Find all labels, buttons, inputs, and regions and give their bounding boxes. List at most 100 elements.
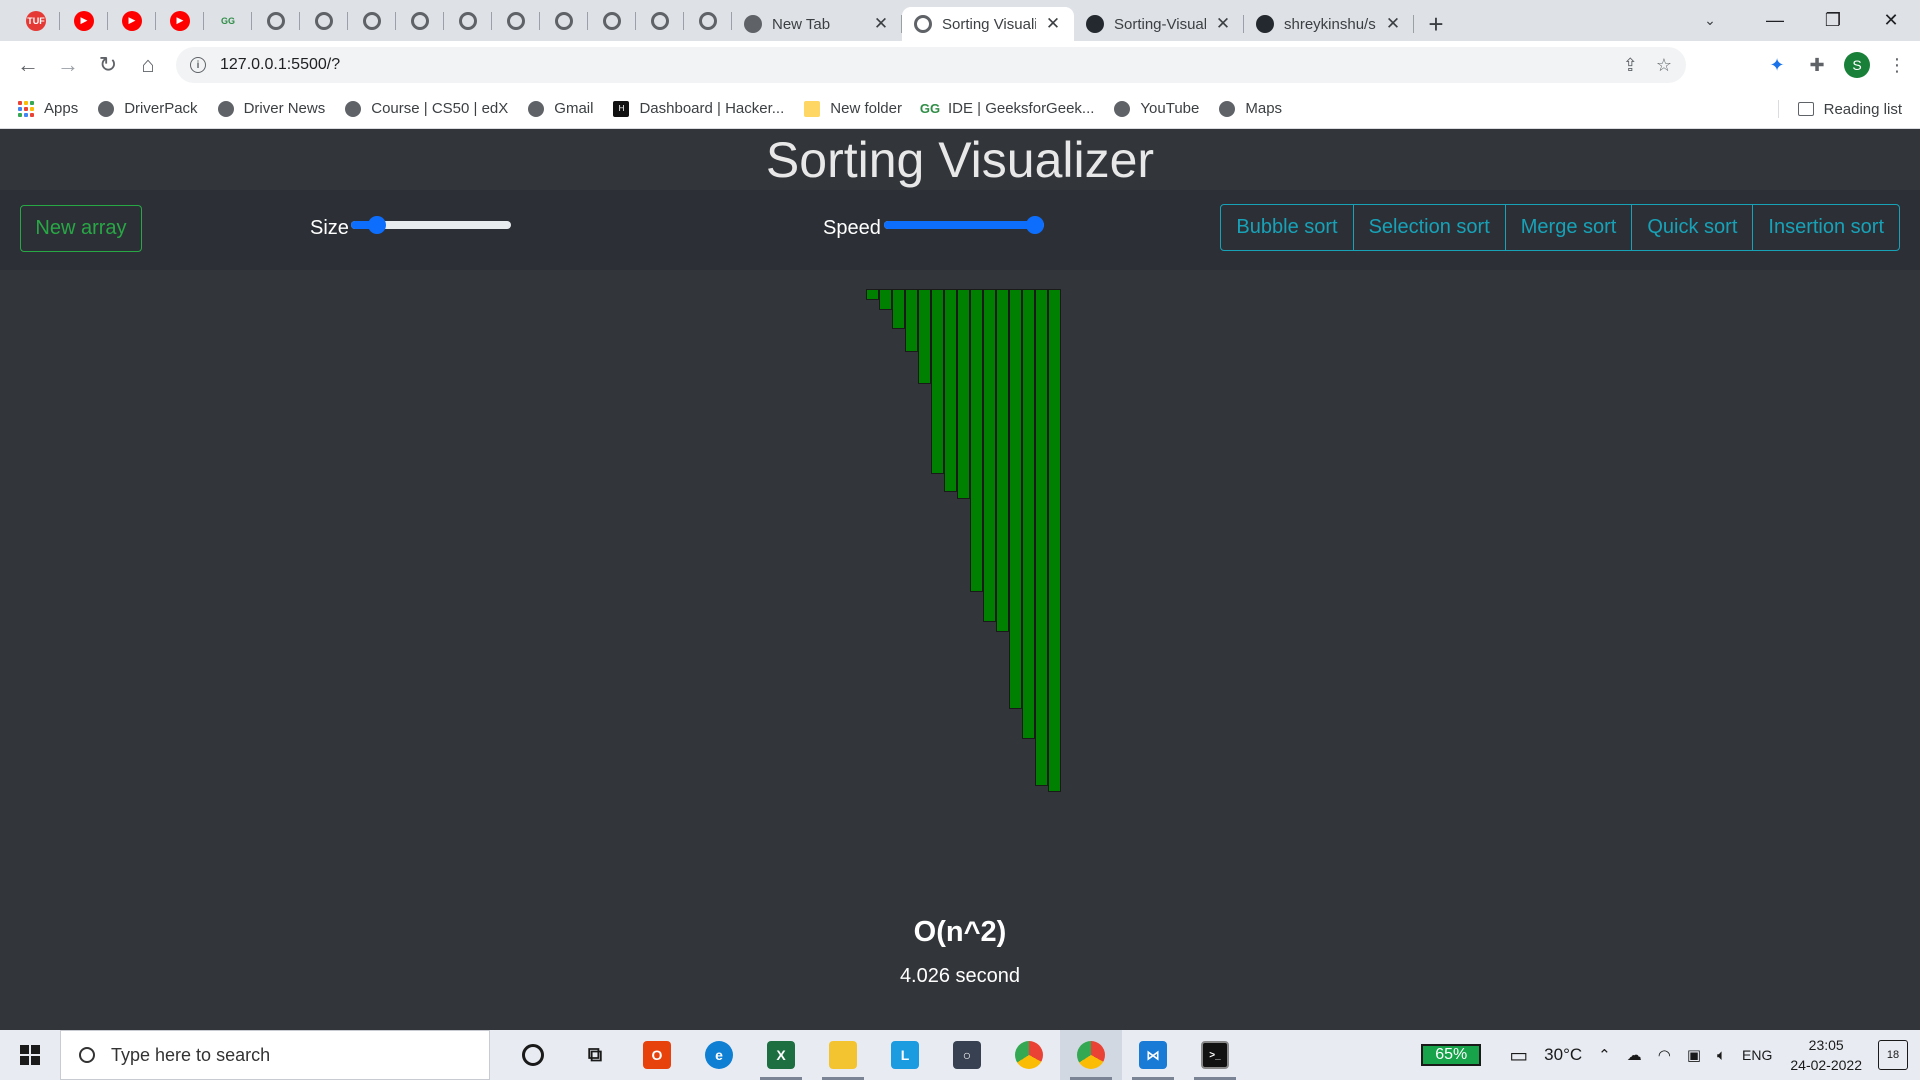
- bubble-sort-button[interactable]: Bubble sort: [1220, 204, 1354, 251]
- reload-icon[interactable]: ↻: [88, 45, 128, 85]
- tab-shreykinshu-sorting[interactable]: shreykinshu/sorting ✕: [1244, 7, 1414, 41]
- pinned-tabs: TUF ▶ ▶ ▶ GG: [0, 0, 732, 41]
- restore-icon[interactable]: ❐: [1804, 0, 1862, 41]
- speed-slider-fill: [884, 221, 1035, 229]
- pinned-tab[interactable]: ▶: [108, 0, 156, 41]
- bookmark-youtube[interactable]: YouTube: [1114, 100, 1199, 117]
- pinned-tab[interactable]: [684, 0, 732, 41]
- close-window-icon[interactable]: ✕: [1862, 0, 1920, 41]
- window-controls: — ❐ ✕: [1746, 0, 1920, 41]
- tab-search-icon[interactable]: ⌄: [1690, 0, 1730, 41]
- new-tab-button[interactable]: +: [1414, 7, 1458, 41]
- site-info-icon[interactable]: i: [190, 57, 206, 73]
- bookmark-star-icon[interactable]: ☆: [1656, 55, 1672, 76]
- terminal-icon[interactable]: >_: [1184, 1030, 1246, 1080]
- forward-icon[interactable]: →: [48, 45, 88, 85]
- globe-icon: [1219, 100, 1236, 117]
- chrome-profile-icon[interactable]: [1060, 1030, 1122, 1080]
- address-bar[interactable]: i 127.0.0.1:5500/? ⇪ ☆: [176, 47, 1686, 83]
- size-slider-thumb[interactable]: [368, 216, 386, 234]
- close-tab-icon[interactable]: ✕: [872, 14, 890, 34]
- close-tab-icon[interactable]: ✕: [1214, 14, 1232, 34]
- close-tab-icon[interactable]: ✕: [1384, 14, 1402, 34]
- bookmark-gmail[interactable]: Gmail: [528, 100, 593, 117]
- profile-avatar[interactable]: S: [1844, 52, 1870, 78]
- pinned-tab[interactable]: [636, 0, 684, 41]
- weather-icon[interactable]: ▭: [1509, 1043, 1528, 1068]
- array-bar: [1022, 289, 1035, 739]
- tab-sorting-visualizatio[interactable]: Sorting-Visualizatio ✕: [1074, 7, 1244, 41]
- bookmark-driver-news[interactable]: Driver News: [217, 100, 325, 117]
- pinned-tab[interactable]: [300, 0, 348, 41]
- quick-sort-button[interactable]: Quick sort: [1631, 204, 1754, 251]
- pinned-tab[interactable]: [348, 0, 396, 41]
- toolbar-right: ✦ ✚ S ⋮: [1764, 45, 1910, 85]
- pinned-tab[interactable]: ▶: [60, 0, 108, 41]
- extensions-puzzle-icon[interactable]: ✚: [1804, 52, 1830, 78]
- merge-sort-button[interactable]: Merge sort: [1504, 204, 1633, 251]
- home-icon[interactable]: ⌂: [128, 45, 168, 85]
- wifi-icon[interactable]: ◠: [1658, 1046, 1671, 1064]
- extension-icon[interactable]: ✦: [1764, 52, 1790, 78]
- omnibox-actions: ⇪ ☆: [1623, 47, 1672, 83]
- array-bar: [996, 289, 1009, 632]
- bookmark-dashboard-hacker[interactable]: H Dashboard | Hacker...: [613, 100, 784, 117]
- bookmark-ide-geeksforgeek[interactable]: GG IDE | GeeksforGeek...: [920, 100, 1095, 117]
- close-tab-icon[interactable]: ✕: [1044, 14, 1062, 34]
- battery-indicator[interactable]: 65%: [1421, 1044, 1482, 1066]
- pinned-tab[interactable]: [540, 0, 588, 41]
- office-icon[interactable]: O: [626, 1030, 688, 1080]
- geeksforgeeks-icon: GG: [220, 15, 235, 26]
- clock[interactable]: 23:05 24-02-2022: [1790, 1035, 1862, 1075]
- bookmark-label: Course | CS50 | edX: [371, 100, 509, 117]
- edge-icon[interactable]: e: [688, 1030, 750, 1080]
- file-explorer-icon[interactable]: [812, 1030, 874, 1080]
- bookmark-new-folder[interactable]: New folder: [804, 100, 902, 117]
- hackerrank-icon: H: [613, 100, 630, 117]
- pinned-tab[interactable]: ▶: [156, 0, 204, 41]
- vscode-icon[interactable]: ⋈: [1122, 1030, 1184, 1080]
- share-icon[interactable]: ⇪: [1623, 55, 1638, 76]
- reading-list-button[interactable]: Reading list: [1777, 89, 1902, 129]
- pinned-tab[interactable]: [396, 0, 444, 41]
- speed-slider[interactable]: [884, 216, 1044, 234]
- new-array-button[interactable]: New array: [20, 205, 142, 252]
- tab-sorting-visualizer[interactable]: Sorting Visualizer ✕: [902, 7, 1074, 41]
- language-indicator[interactable]: ENG: [1742, 1047, 1772, 1063]
- back-icon[interactable]: ←: [8, 45, 48, 85]
- volume-icon[interactable]: 🔈︎: [1717, 1047, 1726, 1064]
- minimize-icon[interactable]: —: [1746, 0, 1804, 41]
- pinned-tab[interactable]: [252, 0, 300, 41]
- windows-start-icon[interactable]: [0, 1030, 60, 1080]
- bookmark-label: YouTube: [1140, 100, 1200, 117]
- pinned-tab[interactable]: [492, 0, 540, 41]
- chevron-up-icon[interactable]: ⌃: [1598, 1046, 1611, 1064]
- display-icon[interactable]: ▣: [1687, 1046, 1701, 1064]
- app-l-icon[interactable]: L: [874, 1030, 936, 1080]
- chrome-icon[interactable]: [998, 1030, 1060, 1080]
- pinned-tab[interactable]: GG: [204, 0, 252, 41]
- speed-slider-thumb[interactable]: [1026, 216, 1044, 234]
- bookmark-maps[interactable]: Maps: [1219, 100, 1282, 117]
- selection-sort-button[interactable]: Selection sort: [1352, 204, 1506, 251]
- app-circle-icon[interactable]: ○: [936, 1030, 998, 1080]
- pinned-tab[interactable]: [588, 0, 636, 41]
- bookmark-driverpack[interactable]: DriverPack: [98, 100, 198, 117]
- pinned-tab[interactable]: [444, 0, 492, 41]
- insertion-sort-button[interactable]: Insertion sort: [1752, 204, 1900, 251]
- pinned-tab[interactable]: TUF: [12, 0, 60, 41]
- tab-new-tab[interactable]: New Tab ✕: [732, 7, 902, 41]
- task-view-icon[interactable]: ⧉: [564, 1030, 626, 1080]
- menu-kebab-icon[interactable]: ⋮: [1884, 52, 1910, 78]
- array-bar: [1009, 289, 1022, 709]
- temperature[interactable]: 30°C: [1544, 1045, 1582, 1065]
- bookmark-apps[interactable]: Apps: [18, 100, 78, 117]
- size-slider[interactable]: [351, 216, 511, 234]
- cloud-icon[interactable]: ☁: [1627, 1046, 1642, 1064]
- cortana-icon[interactable]: [502, 1030, 564, 1080]
- excel-icon[interactable]: X: [750, 1030, 812, 1080]
- notification-icon[interactable]: 18: [1878, 1040, 1908, 1070]
- url-text[interactable]: 127.0.0.1:5500/?: [220, 56, 340, 74]
- bookmark-course-cs50-edx[interactable]: Course | CS50 | edX: [345, 100, 508, 117]
- taskbar-search-box[interactable]: Type here to search: [60, 1030, 490, 1080]
